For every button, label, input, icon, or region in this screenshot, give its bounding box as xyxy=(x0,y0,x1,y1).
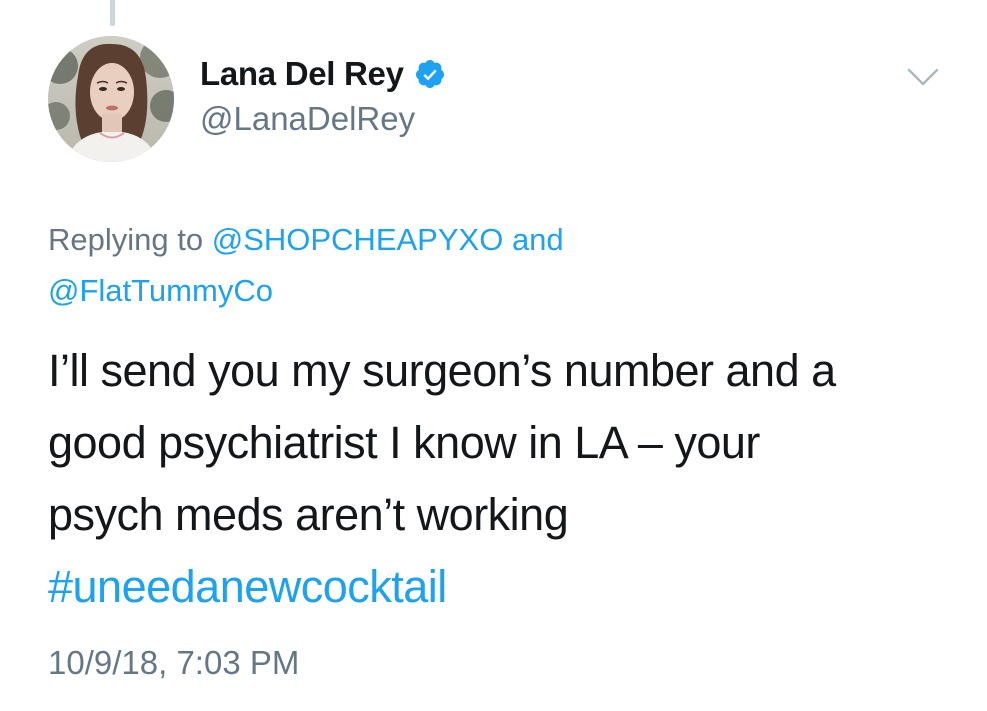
author-name-row[interactable]: Lana Del Rey xyxy=(200,52,446,96)
tweet-timestamp[interactable]: 10/9/18, 7:03 PM xyxy=(48,644,299,682)
reply-context: Replying to @SHOPCHEAPYXO and @FlatTummy… xyxy=(48,214,928,316)
chevron-down-icon[interactable] xyxy=(903,64,943,90)
tweet-text-line: good psychiatrist I know in LA – your xyxy=(48,417,760,468)
thread-connector-line xyxy=(110,0,115,26)
mention-joiner[interactable]: and xyxy=(512,222,564,257)
tweet-text-line: psych meds aren’t working xyxy=(48,489,569,540)
display-name[interactable]: Lana Del Rey xyxy=(200,55,404,93)
mention-link[interactable]: @FlatTummyCo xyxy=(48,273,273,308)
mention-link[interactable]: @SHOPCHEAPYXO xyxy=(212,222,504,257)
tweet-body: I’ll send you my surgeon’s number and a … xyxy=(48,335,958,623)
avatar[interactable] xyxy=(48,36,174,162)
author-handle[interactable]: @LanaDelRey xyxy=(200,100,415,138)
profile-photo-icon xyxy=(48,36,174,162)
tweet-text-line: I’ll send you my surgeon’s number and a xyxy=(48,345,836,396)
hashtag-link[interactable]: #uneedanewcocktail xyxy=(48,551,958,623)
verified-badge-icon xyxy=(414,58,446,90)
replying-to-label: Replying to xyxy=(48,222,204,257)
